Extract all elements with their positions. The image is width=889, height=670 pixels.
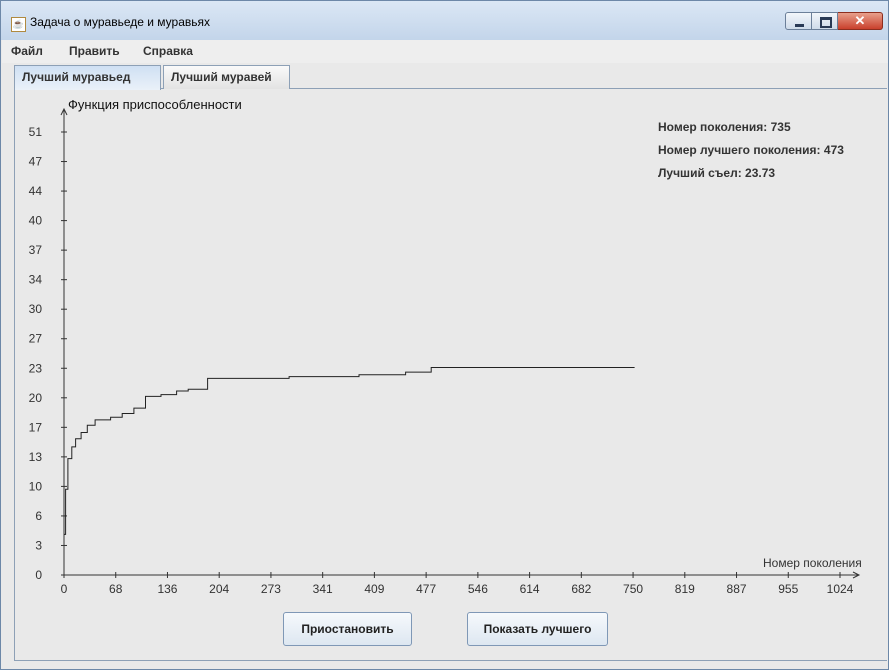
x-axis-label: Номер поколения bbox=[763, 556, 862, 570]
x-tick-label: 477 bbox=[416, 582, 436, 596]
x-tick-label: 204 bbox=[209, 582, 229, 596]
x-tick-label: 273 bbox=[261, 582, 281, 596]
generation-number: Номер поколения: 735 bbox=[658, 120, 791, 134]
fitness-series-line bbox=[64, 367, 635, 535]
y-tick-label: 13 bbox=[29, 450, 43, 464]
chart-title: Функция приспособленности bbox=[68, 97, 242, 112]
y-tick-label: 17 bbox=[29, 420, 43, 434]
pause-button[interactable]: Приостановить bbox=[283, 612, 412, 646]
y-tick-label: 47 bbox=[29, 155, 43, 169]
x-tick-label: 68 bbox=[109, 582, 123, 596]
x-tick-label: 136 bbox=[157, 582, 177, 596]
x-axis-ticks: 0 68 136 204 273 341 409 477 546 614 682 750 819 887 9… bbox=[61, 572, 854, 596]
x-tick-label: 682 bbox=[571, 582, 591, 596]
y-axis-ticks: 0 3 6 10 13 17 20 23 27 30 34 37 40 44 47 51 bbox=[29, 125, 67, 582]
y-tick-label: 3 bbox=[35, 538, 42, 552]
x-tick-label: 409 bbox=[364, 582, 384, 596]
y-tick-label: 30 bbox=[29, 302, 43, 316]
y-tick-label: 27 bbox=[29, 332, 43, 346]
y-tick-label: 0 bbox=[35, 568, 42, 582]
x-tick-label: 341 bbox=[313, 582, 333, 596]
y-tick-label: 51 bbox=[29, 125, 43, 139]
x-tick-label: 887 bbox=[727, 582, 747, 596]
x-tick-label: 750 bbox=[623, 582, 643, 596]
y-tick-label: 10 bbox=[29, 479, 43, 493]
x-tick-label: 614 bbox=[520, 582, 540, 596]
best-eaten: Лучший съел: 23.73 bbox=[658, 166, 776, 180]
x-tick-label: 955 bbox=[778, 582, 798, 596]
y-tick-label: 23 bbox=[29, 361, 43, 375]
best-generation-number: Номер лучшего поколения: 473 bbox=[658, 143, 844, 157]
y-tick-label: 44 bbox=[29, 184, 43, 198]
x-tick-label: 1024 bbox=[827, 582, 854, 596]
x-tick-label: 546 bbox=[468, 582, 488, 596]
x-tick-label: 0 bbox=[61, 582, 68, 596]
x-tick-label: 819 bbox=[675, 582, 695, 596]
y-tick-label: 20 bbox=[29, 391, 43, 405]
y-tick-label: 37 bbox=[29, 243, 43, 257]
y-tick-label: 34 bbox=[29, 273, 43, 287]
show-best-button[interactable]: Показать лучшего bbox=[467, 612, 608, 646]
y-tick-label: 6 bbox=[35, 509, 42, 523]
y-tick-label: 40 bbox=[29, 214, 43, 228]
